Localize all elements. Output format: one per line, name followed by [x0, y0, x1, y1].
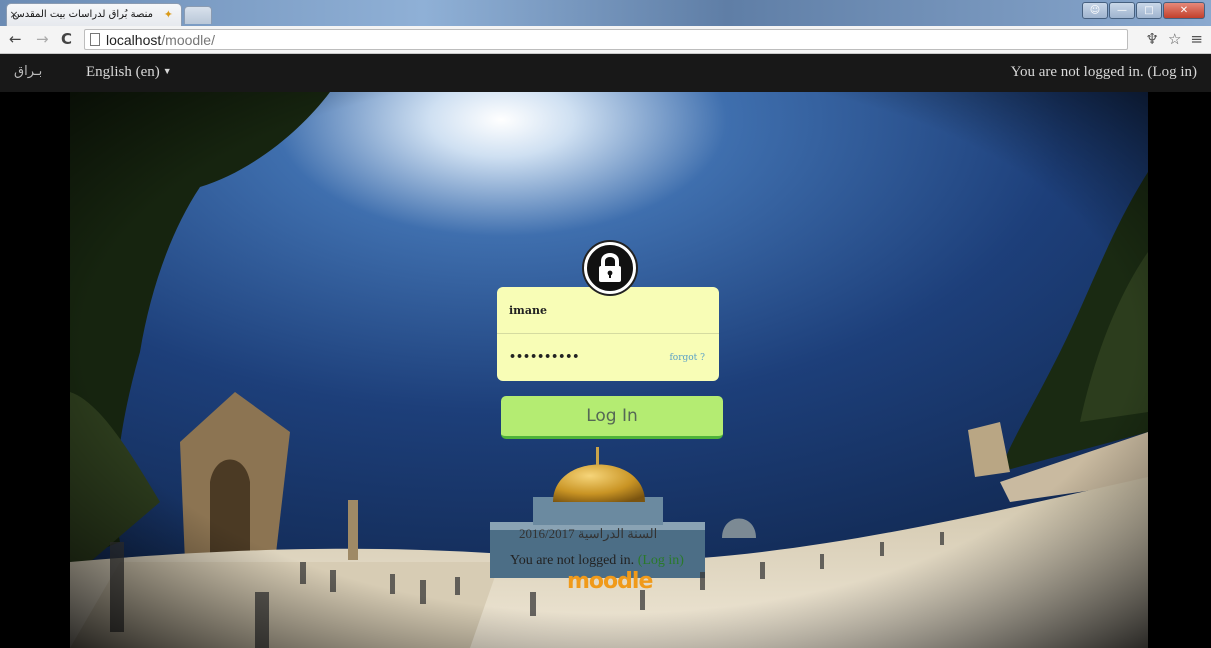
password-field[interactable]: •••••••••• — [509, 350, 579, 363]
address-bar[interactable]: localhost/moodle/ — [84, 29, 1128, 50]
site-navbar: بـراق English (en) ▼ You are not logged i… — [0, 54, 1211, 92]
moodle-logo[interactable]: moodle — [567, 569, 653, 594]
page-icon — [90, 33, 100, 46]
url-text: localhost/moodle/ — [106, 32, 215, 48]
browser-titlebar: × ✦ منصة بُراق لدراسات بيت المقدس ☺ — □ … — [0, 0, 1211, 26]
browser-tab[interactable]: × ✦ منصة بُراق لدراسات بيت المقدس — [6, 3, 182, 26]
tab-favicon-icon: ✦ — [163, 8, 173, 21]
footer-login-link[interactable]: (Log in) — [638, 553, 684, 568]
academic-year-text: السنة الدراسية 2016/2017 — [519, 526, 658, 541]
new-tab-button[interactable] — [184, 6, 212, 24]
login-button[interactable]: Log In — [501, 396, 723, 439]
bookmark-star-icon[interactable]: ☆ — [1168, 30, 1181, 48]
footer-login-text: You are not logged in. — [510, 553, 635, 568]
forward-icon[interactable]: → — [36, 30, 49, 48]
minimize-icon[interactable]: — — [1109, 2, 1135, 19]
site-brand[interactable]: بـراق — [14, 64, 42, 79]
field-divider — [497, 333, 719, 334]
menu-icon[interactable]: ≡ — [1190, 30, 1203, 48]
language-label: English (en) — [86, 64, 160, 80]
back-icon[interactable]: ← — [9, 30, 22, 48]
forgot-password-link[interactable]: forgot ? — [669, 353, 705, 363]
maximize-icon[interactable]: □ — [1136, 2, 1162, 19]
login-info[interactable]: You are not logged in. (Log in) — [1011, 64, 1197, 81]
language-menu[interactable]: English (en) ▼ — [86, 64, 172, 81]
extension-icon[interactable]: ♆ — [1146, 30, 1159, 48]
browser-toolbar: ← → C localhost/moodle/ ♆ ☆ ≡ — [0, 26, 1211, 54]
user-profile-icon[interactable]: ☺ — [1082, 2, 1108, 19]
footer-login-info: You are not logged in. (Log in) — [510, 553, 684, 569]
tab-title: منصة بُراق لدراسات بيت المقدس — [12, 9, 153, 20]
lock-icon — [584, 242, 636, 294]
toolbar-right: ♆ ☆ ≡ — [1146, 30, 1203, 48]
window-controls: ☺ — □ ✕ — [1081, 2, 1205, 20]
window-close-icon[interactable]: ✕ — [1163, 2, 1205, 19]
login-card: imane •••••••••• forgot ? — [497, 287, 719, 381]
reload-icon[interactable]: C — [61, 30, 72, 48]
caret-down-icon: ▼ — [162, 66, 172, 76]
username-field[interactable]: imane — [509, 304, 547, 317]
